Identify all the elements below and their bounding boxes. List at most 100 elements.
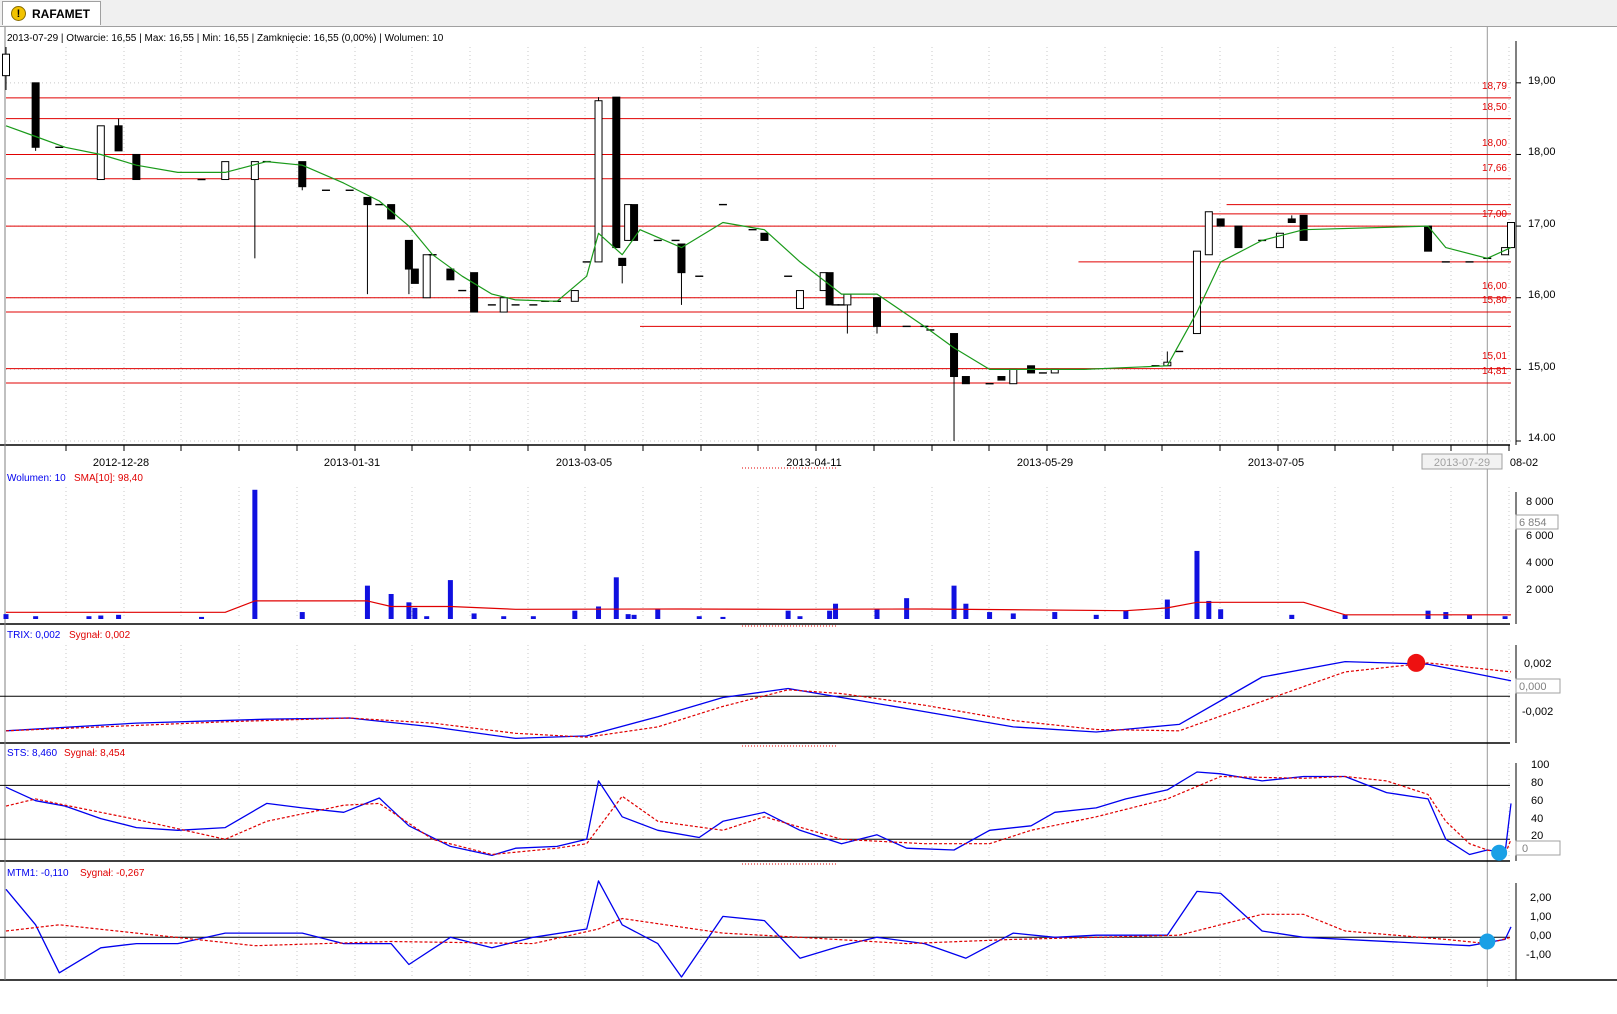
trix-marker: 0,000 (1519, 681, 1547, 693)
mtm-axis-label: 0,00 (1530, 930, 1551, 942)
candle-body (1204, 211, 1213, 256)
volume-bar (827, 610, 833, 619)
volume-bar (720, 616, 726, 619)
stock-chart[interactable]: 2013-07-29 | Otwarcie: 16,55 | Max: 16,5… (0, 27, 1617, 1014)
volume-bar (471, 613, 477, 619)
candle-body (873, 297, 882, 327)
candle-body (843, 293, 852, 306)
candle-body (825, 272, 834, 306)
price-info: 2013-07-29 | Otwarcie: 16,55 | Max: 16,5… (7, 33, 444, 44)
level-label: 18,50 (1482, 102, 1507, 113)
candle-body (470, 272, 479, 313)
volume-bar (1194, 550, 1200, 619)
level-label: 17,66 (1482, 163, 1507, 174)
mtm-axis-label: 1,00 (1530, 911, 1551, 923)
candle-body (1287, 218, 1296, 224)
level-label: 14,81 (1482, 366, 1507, 377)
volume-axis-label: 4 000 (1526, 557, 1554, 569)
candle-body (1216, 218, 1225, 227)
candle-body (1192, 250, 1201, 335)
mtm-signal-legend: Sygnał: -0,267 (80, 868, 145, 879)
price-axis-label: 15,00 (1528, 361, 1556, 373)
candle-body (950, 333, 959, 378)
candle-body (404, 239, 413, 270)
candle-body (1234, 225, 1243, 249)
volume-axis-label: 6 000 (1526, 530, 1554, 542)
candle-body (795, 290, 804, 309)
candle-body (760, 232, 769, 241)
sts-line (5, 771, 1512, 857)
trix-signal-dot (1407, 653, 1426, 672)
candle-body (2, 53, 10, 77)
volume-legend: Wolumen: 10 (7, 473, 66, 484)
volume-bar (424, 616, 430, 619)
date-label: 2013-01-31 (324, 457, 380, 469)
level-label: 16,00 (1482, 281, 1507, 292)
price-axis-label: 16,00 (1528, 289, 1556, 301)
candle-body (132, 153, 141, 181)
volume-bar (613, 577, 619, 619)
volume-bar (631, 614, 637, 619)
date-highlight: 2013-07-29 (1434, 457, 1490, 469)
trix-signal-line (5, 662, 1512, 738)
volume-bar (116, 614, 122, 619)
volume-bar (406, 602, 412, 619)
sts-axis-label: 40 (1531, 813, 1543, 825)
candle-body (1299, 214, 1308, 241)
date-label: 2013-03-05 (556, 457, 612, 469)
volume-bar (874, 609, 880, 619)
candle-body (96, 125, 105, 181)
volume-bars (3, 489, 1508, 619)
volume-bar (1443, 612, 1449, 619)
volume-bar (199, 616, 205, 619)
volume-bar (963, 603, 969, 619)
candle-body (961, 376, 970, 385)
candle-body (363, 196, 372, 206)
candle-body (997, 376, 1006, 381)
candle-body (612, 96, 621, 249)
level-label: 15,80 (1482, 295, 1507, 306)
volume-bar (33, 616, 39, 619)
tab-label: RAFAMET (32, 6, 90, 21)
level-label: 18,00 (1482, 138, 1507, 149)
volume-bar (951, 585, 957, 619)
volume-bar (1342, 614, 1348, 619)
frame-layer (0, 27, 1617, 981)
price-levels (6, 97, 1511, 384)
sts-axis-label: 80 (1531, 777, 1543, 789)
volume-bar (530, 616, 536, 619)
sts-signal-dot (1491, 844, 1508, 861)
candle-body (410, 268, 419, 284)
date-label: 2013-05-29 (1017, 457, 1073, 469)
volume-bar (797, 616, 803, 619)
level-label: 15,01 (1482, 351, 1507, 362)
volume-sma-legend: SMA[10]: 98,40 (74, 473, 143, 484)
candle-body (446, 268, 455, 281)
volume-bar (412, 607, 418, 619)
sts-axis-label: 20 (1531, 830, 1543, 842)
volume-bar (572, 610, 578, 619)
volume-axis-label: 2 000 (1526, 584, 1554, 596)
mtm-legend: MTM1: -0,110 (7, 868, 69, 879)
date-label: 2012-12-28 (93, 457, 149, 469)
date-label: 2013-07-05 (1248, 457, 1304, 469)
volume-bar (987, 612, 993, 619)
date-tail: 08-02 (1510, 457, 1538, 469)
volume-bar (299, 612, 305, 619)
volume-bar (785, 610, 791, 619)
price-axis-label: 14.00 (1528, 432, 1556, 444)
volume-bar (364, 585, 370, 619)
volume-bar (1467, 614, 1473, 619)
volume-bar (1052, 612, 1058, 619)
tab-rafamet[interactable]: ! RAFAMET (2, 1, 101, 25)
volume-bar (1206, 600, 1212, 619)
volume-bar (86, 616, 92, 619)
sts-axis-label: 100 (1531, 759, 1549, 771)
volume-axis-label: 8 000 (1526, 496, 1554, 508)
sts-marker: 0 (1522, 843, 1528, 855)
trix-signal-legend: Sygnał: 0,002 (69, 630, 131, 641)
sts-axis-label: 60 (1531, 795, 1543, 807)
price-axis-label: 17,00 (1528, 218, 1556, 230)
volume-bar (655, 609, 661, 619)
tab-bar: ! RAFAMET (0, 0, 1617, 27)
